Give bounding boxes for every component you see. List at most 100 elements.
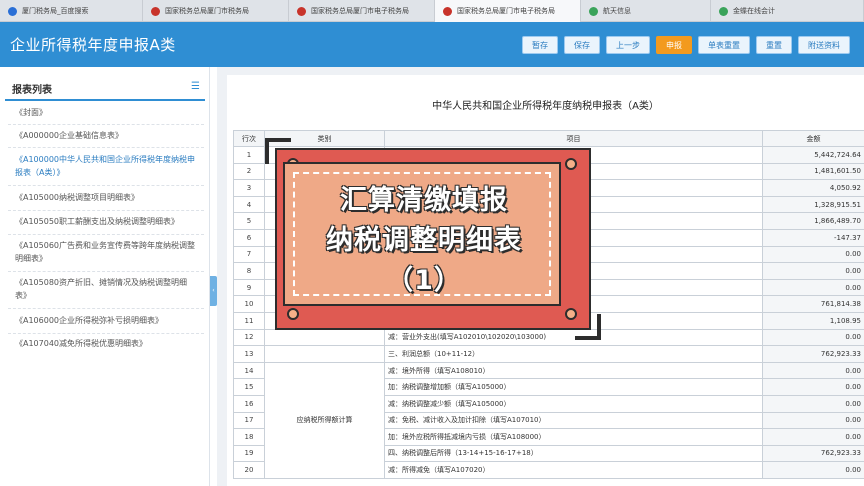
item-cell: 减：所得减免（填写A107020） (384, 461, 763, 479)
column-header-amount: 金额 (762, 130, 864, 147)
previous-step-button[interactable]: 上一步 (606, 36, 650, 54)
divider (8, 124, 204, 125)
attachments-button[interactable]: 附送资料 (798, 36, 850, 54)
item-cell: 三、利润总额（10+11-12） (384, 345, 763, 363)
browser-tab-6[interactable]: 金蝶在线会计 (711, 0, 864, 22)
row-number: 18 (233, 428, 265, 446)
temp-save-button[interactable]: 暂存 (522, 36, 558, 54)
app-icon (589, 6, 598, 16)
banner-line-3: （1） (386, 265, 462, 296)
row-number: 4 (233, 195, 265, 214)
amount-cell[interactable]: 0.00 (762, 328, 864, 347)
browser-tab-5[interactable]: 航天信息 (581, 0, 711, 22)
amount-cell[interactable]: 0.00 (762, 461, 864, 479)
row-number: 19 (233, 444, 265, 463)
item-cell: 加：境外应税所得抵减境内亏损（填写A108000） (384, 428, 763, 446)
amount-cell[interactable]: 762,923.33 (762, 345, 864, 363)
browser-tab-3[interactable]: 国家税务总局厦门市电子税务局 (289, 0, 435, 22)
sidebar-item-a105000[interactable]: 《A105000纳税调整项目明细表》 (15, 191, 195, 204)
row-number: 3 (233, 179, 265, 197)
row-number: 20 (233, 461, 265, 479)
tax-emblem-icon (297, 6, 306, 16)
sidebar-item-a106000[interactable]: 《A106000企业所得税弥补亏损明细表》 (15, 314, 195, 327)
browser-tab-4-active[interactable]: 国家税务总局厦门市电子税务局 (435, 0, 581, 22)
row-number: 13 (233, 345, 265, 363)
row-number: 17 (233, 411, 265, 430)
column-header-row-no: 行次 (233, 130, 265, 147)
divider (8, 308, 204, 309)
amount-cell[interactable]: -147.37 (762, 228, 864, 247)
sidebar-item-a105050[interactable]: 《A105050职工薪酬支出及纳税调整明细表》 (15, 215, 195, 228)
row-number: 16 (233, 394, 265, 413)
app-icon (719, 6, 728, 16)
browser-tab-1[interactable]: 厦门税务局_百度搜索 (0, 0, 143, 22)
amount-cell[interactable]: 0.00 (762, 428, 864, 446)
sidebar-item-a105080[interactable]: 《A105080资产折旧、摊销情况及纳税调整明细表》 (15, 276, 195, 302)
item-cell: 减：境外所得（填写A108010） (384, 361, 763, 380)
banner-line-2: 纳税调整明细表 (326, 225, 522, 256)
layers-icon[interactable]: ☰ (191, 81, 200, 92)
tax-emblem-icon (151, 6, 160, 16)
dot-decoration (287, 308, 299, 320)
sidebar-item-a107040[interactable]: 《A107040减免所得税优惠明细表》 (15, 337, 195, 350)
item-cell: 四、纳税调整后所得（13-14+15-16-17+18） (384, 444, 763, 463)
sidebar-item-a105060[interactable]: 《A105060广告费和业务宣传费等跨年度纳税调整明细表》 (15, 239, 195, 265)
row-number: 10 (233, 295, 265, 313)
report-title: 中华人民共和国企业所得税年度纳税申报表（A类） (432, 101, 659, 112)
amount-cell[interactable]: 0.00 (762, 378, 864, 396)
sidebar-header: 报表列表 ☰ (5, 77, 205, 101)
amount-cell[interactable]: 0.00 (762, 394, 864, 413)
divider (8, 333, 204, 334)
divider (8, 147, 204, 148)
report-list-sidebar: 报表列表 ☰ 《封面》 《A000000企业基础信息表》 《A100000中华人… (0, 67, 210, 486)
sidebar-item-a100000[interactable]: 《A100000中华人民共和国企业所得税年度纳税申报表（A类）》 (15, 153, 195, 179)
amount-cell[interactable]: 1,481,601.50 (762, 162, 864, 181)
item-cell: 减：纳税调整减少额（填写A105000） (384, 394, 763, 413)
amount-cell[interactable]: 0.00 (762, 411, 864, 430)
item-cell: 加：纳税调整增加额（填写A105000） (384, 378, 763, 396)
row-number: 6 (233, 228, 265, 247)
reset-single-table-button[interactable]: 单表重置 (698, 36, 750, 54)
amount-cell[interactable]: 5,442,724.64 (762, 146, 864, 164)
sidebar-item-a000000[interactable]: 《A000000企业基础信息表》 (15, 129, 195, 142)
tax-emblem-icon (443, 6, 452, 16)
row-number: 9 (233, 278, 265, 297)
row-number: 15 (233, 378, 265, 396)
sidebar-title: 报表列表 (12, 85, 52, 96)
amount-cell[interactable]: 1,328,915.51 (762, 195, 864, 214)
amount-cell[interactable]: 761,814.38 (762, 295, 864, 313)
browser-tab-strip: 厦门税务局_百度搜索 国家税务总局厦门市税务局 国家税务总局厦门市电子税务局 国… (0, 0, 864, 22)
divider (8, 234, 204, 235)
row-number: 11 (233, 311, 265, 330)
banner-panel: 汇算清缴填报 纳税调整明细表 （1） (283, 162, 561, 306)
amount-cell[interactable]: 0.00 (762, 245, 864, 264)
sidebar-collapse-handle[interactable]: ‹ (210, 276, 217, 306)
item-cell: 减：免税、减计收入及加计扣除（填写A107010） (384, 411, 763, 430)
sidebar-item-cover[interactable]: 《封面》 (15, 106, 195, 119)
table-row: 14 应纳税所得额计算 减：境外所得（填写A108010） 0.00 (233, 361, 864, 479)
amount-cell[interactable]: 1,866,489.70 (762, 212, 864, 230)
amount-cell[interactable]: 1,108.95 (762, 311, 864, 330)
row-number: 14 (233, 361, 265, 380)
reset-button[interactable]: 重置 (756, 36, 792, 54)
app-title: 企业所得税年度申报A类 (10, 36, 176, 54)
row-number: 5 (233, 212, 265, 230)
save-button[interactable]: 保存 (564, 36, 600, 54)
amount-cell[interactable]: 762,923.33 (762, 444, 864, 463)
amount-cell[interactable]: 0.00 (762, 262, 864, 280)
amount-cell[interactable]: 0.00 (762, 361, 864, 380)
row-number: 7 (233, 245, 265, 264)
amount-cell[interactable]: 4,050.92 (762, 179, 864, 197)
table-row: 13 三、利润总额（10+11-12） 762,923.33 (233, 345, 864, 363)
baidu-icon (8, 6, 17, 16)
action-toolbar: 暂存 保存 上一步 申报 单表重置 重置 附送资料 (522, 36, 850, 54)
dot-decoration (565, 158, 577, 170)
browser-tab-2[interactable]: 国家税务总局厦门市税务局 (143, 0, 289, 22)
declare-button[interactable]: 申报 (656, 36, 692, 54)
title-banner: 汇算清缴填报 纳税调整明细表 （1） (265, 138, 601, 340)
row-number: 1 (233, 146, 265, 164)
amount-cell[interactable]: 0.00 (762, 278, 864, 297)
row-number: 8 (233, 262, 265, 280)
category-cell: 应纳税所得额计算 (264, 361, 385, 479)
divider (8, 271, 204, 272)
